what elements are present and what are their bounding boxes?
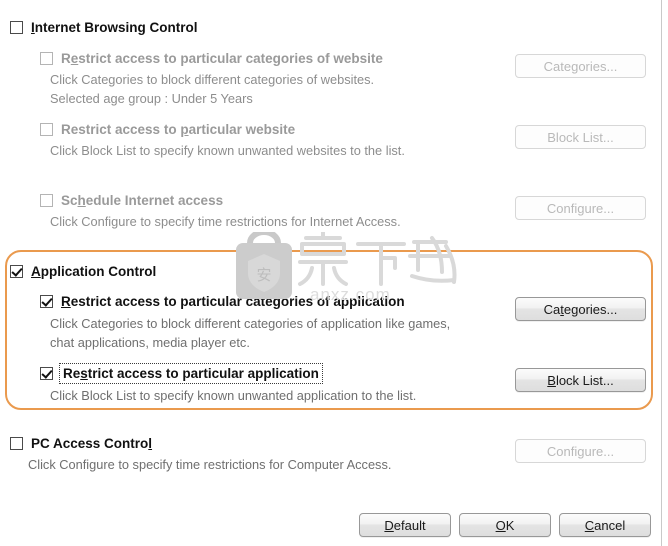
desc-restrict-categories-application-line2: chat applications, media player etc.	[50, 335, 250, 350]
label-application-control: Application Control	[31, 264, 157, 279]
option-restrict-particular-website[interactable]: Restrict access to particular website	[40, 121, 295, 138]
block-list-application-button[interactable]: Block List...	[515, 368, 646, 392]
desc-restrict-particular-application-line1: Click Block List to specify known unwant…	[50, 388, 417, 403]
watermark-shield-icon: 安	[236, 229, 292, 299]
configure-pc-access-button[interactable]: Configure...	[515, 439, 646, 463]
desc-restrict-categories-website-line1: Click Categories to block different cate…	[50, 72, 375, 87]
parental-control-settings-panel: 安 anxz.com Internet Browsing Control Res…	[0, 0, 668, 546]
label-schedule-internet-access: Schedule Internet access	[61, 193, 224, 208]
checkbox-application-control[interactable]	[10, 265, 23, 278]
option-schedule-internet-access[interactable]: Schedule Internet access	[40, 192, 223, 209]
checkbox-restrict-particular-website[interactable]	[40, 123, 53, 136]
label-internet-browsing-control: Internet Browsing Control	[31, 20, 198, 35]
desc-schedule-internet-access-line1: Click Configure to specify time restrict…	[50, 214, 401, 229]
option-restrict-particular-application[interactable]: Restrict access to particular applicatio…	[40, 363, 323, 384]
default-button-label: Default	[384, 517, 426, 533]
checkbox-restrict-categories-application[interactable]	[40, 295, 53, 308]
section-application-control[interactable]: Application Control	[10, 263, 156, 280]
default-button[interactable]: Default	[359, 513, 451, 537]
categories-website-button[interactable]: Categories...	[515, 54, 646, 78]
block-list-application-button-label: Block List...	[547, 372, 614, 388]
checkbox-schedule-internet-access[interactable]	[40, 194, 53, 207]
svg-text:安: 安	[256, 266, 271, 284]
label-restrict-particular-application: Restrict access to particular applicatio…	[59, 363, 323, 384]
desc-restrict-particular-website-line1: Click Block List to specify known unwant…	[50, 143, 405, 158]
label-restrict-categories-application: Restrict access to particular categories…	[61, 294, 405, 309]
configure-schedule-button[interactable]: Configure...	[515, 196, 646, 220]
desc-pc-access-control-line1: Click Configure to specify time restrict…	[28, 457, 392, 472]
checkbox-restrict-categories-website[interactable]	[40, 52, 53, 65]
cancel-button[interactable]: Cancel	[559, 513, 651, 537]
option-restrict-categories-application[interactable]: Restrict access to particular categories…	[40, 293, 405, 310]
cancel-button-label: Cancel	[584, 517, 626, 533]
desc-restrict-categories-website-line2: Selected age group : Under 5 Years	[50, 91, 253, 106]
section-internet-browsing-control[interactable]: Internet Browsing Control	[10, 19, 198, 36]
ok-button[interactable]: OK	[459, 513, 551, 537]
label-restrict-categories-website: Restrict access to particular categories…	[61, 51, 383, 66]
checkbox-pc-access-control[interactable]	[10, 437, 23, 450]
label-restrict-particular-website: Restrict access to particular website	[61, 122, 296, 137]
block-list-website-button[interactable]: Block List...	[515, 125, 646, 149]
label-pc-access-control: PC Access Control	[31, 436, 153, 451]
option-restrict-categories-website[interactable]: Restrict access to particular categories…	[40, 50, 383, 67]
desc-restrict-categories-application-line1: Click Categories to block different cate…	[50, 316, 451, 331]
categories-application-button[interactable]: Categories...	[515, 297, 646, 321]
ok-button-label: OK	[495, 517, 515, 533]
section-pc-access-control[interactable]: PC Access Control	[10, 435, 152, 452]
categories-application-button-label: Categories...	[543, 301, 618, 317]
checkbox-restrict-particular-application[interactable]	[40, 367, 53, 380]
panel-right-divider	[661, 0, 662, 546]
checkbox-internet-browsing-control[interactable]	[10, 21, 23, 34]
